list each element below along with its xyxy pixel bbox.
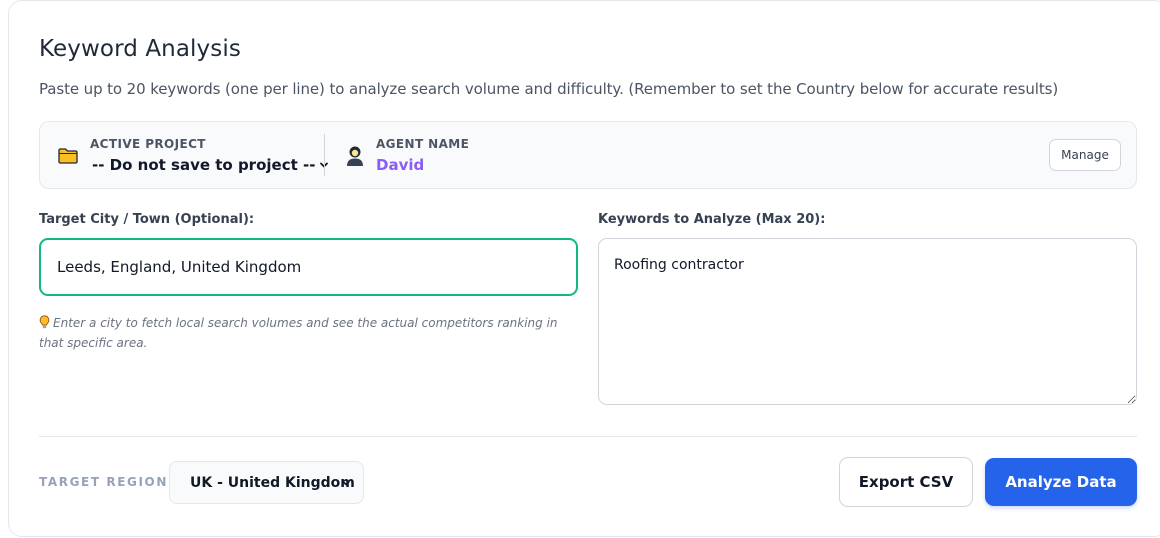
keywords-textarea[interactable]: Roofing contractor [598,238,1137,405]
agent-name: David [376,156,425,174]
keywords-label: Keywords to Analyze (Max 20): [598,212,826,227]
page-subtitle: Paste up to 20 keywords (one per line) t… [39,80,1059,98]
project-bar: ACTIVE PROJECT -- Do not save to project… [39,121,1137,189]
export-csv-button[interactable]: Export CSV [839,457,973,507]
manage-button[interactable]: Manage [1049,139,1121,171]
analyze-data-button[interactable]: Analyze Data [985,458,1137,506]
city-input[interactable] [39,238,578,296]
target-region-label: TARGET REGION: [39,475,175,489]
active-project-value: -- Do not save to project -- [92,156,316,174]
project-divider [324,134,325,176]
active-project-label: ACTIVE PROJECT [90,137,206,151]
target-region-select[interactable]: UK - United Kingdom [169,461,364,504]
page-title: Keyword Analysis [39,36,241,62]
chevron-down-icon [342,480,350,486]
target-region-value: UK - United Kingdom [190,474,355,491]
city-hint: Enter a city to fetch local search volum… [39,313,569,353]
folder-icon [58,148,78,164]
city-hint-text: Enter a city to fetch local search volum… [39,316,558,350]
city-label: Target City / Town (Optional): [39,212,255,227]
agent-name-label: AGENT NAME [376,137,470,151]
agent-icon [347,146,363,166]
footer-divider [39,436,1137,437]
lightbulb-icon [39,315,50,329]
active-project-select[interactable]: -- Do not save to project -- [92,156,329,174]
